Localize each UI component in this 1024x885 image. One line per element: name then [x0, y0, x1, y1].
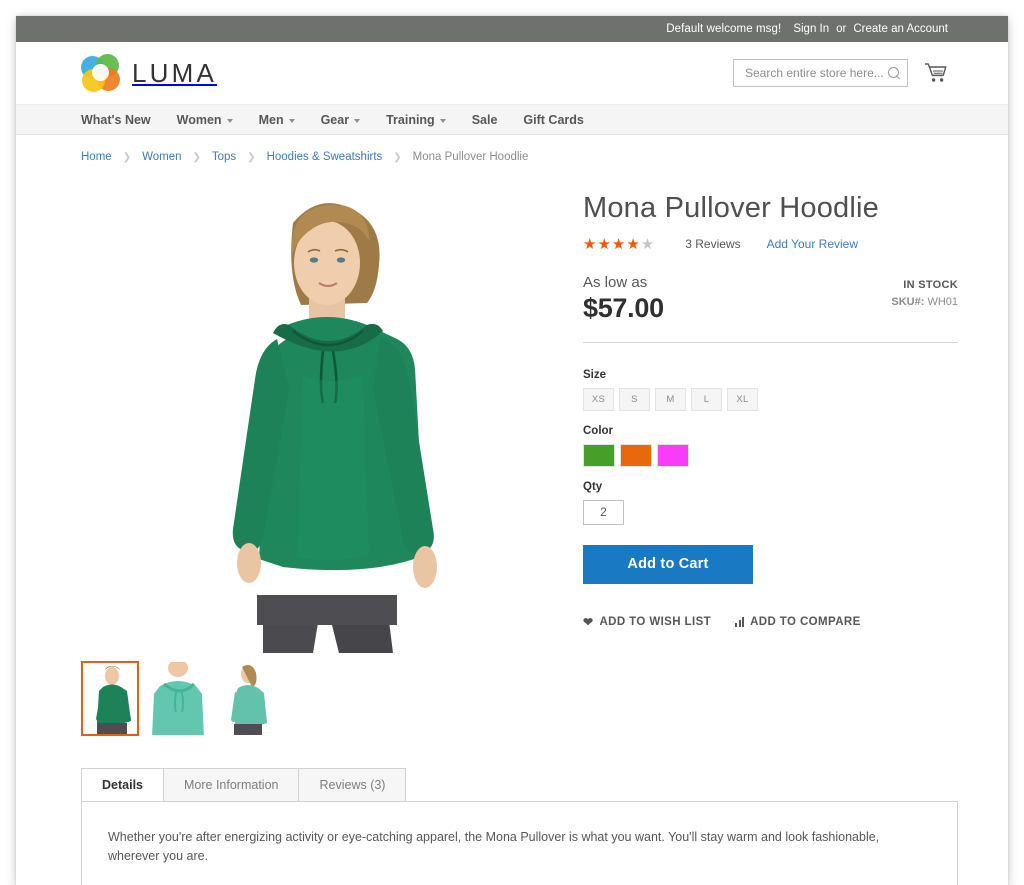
nav-label: Women — [176, 112, 222, 127]
sku-value: WH01 — [927, 295, 958, 308]
nav-label: Sale — [471, 112, 498, 127]
color-option-green[interactable] — [583, 443, 615, 467]
size-option-m[interactable]: M — [655, 387, 686, 411]
size-label: Size — [583, 368, 607, 381]
site-header: LUMA — [16, 42, 1008, 104]
rating-row: ★★★★★ 3 Reviews Add Your Review — [583, 237, 958, 252]
create-account-link[interactable]: Create an Account — [853, 23, 948, 35]
logo-text: LUMA — [132, 57, 218, 88]
add-to-compare-link[interactable]: ADD TO COMPARE — [735, 616, 861, 628]
breadcrumb-separator-icon: ❯ — [122, 151, 132, 163]
details-paragraph: Whether you're after energizing activity… — [108, 830, 880, 863]
nav-label: Men — [258, 112, 284, 127]
nav-item-training[interactable]: Training — [386, 113, 446, 127]
browser-page: Default welcome msg! Sign In or Create a… — [16, 16, 1008, 885]
add-to-cart-button[interactable]: Add to Cart — [583, 544, 753, 584]
thumbnail-1[interactable] — [81, 661, 139, 736]
chevron-down-icon — [439, 118, 446, 123]
bar-chart-icon — [735, 616, 745, 627]
tab-reviews[interactable]: Reviews (3) — [298, 768, 407, 801]
search-box[interactable] — [733, 59, 908, 87]
luma-logo[interactable]: LUMA — [81, 54, 217, 92]
color-option-orange[interactable] — [620, 443, 652, 467]
size-swatch-list: XS S M L XL — [583, 387, 958, 411]
product-tabs: Details More Information Reviews (3) Whe… — [81, 768, 958, 885]
status-badge: IN STOCK — [903, 278, 958, 291]
page-title: Mona Pullover Hoodlie — [583, 192, 879, 224]
breadcrumb-separator-icon: ❯ — [247, 151, 256, 163]
breadcrumb-item-tops[interactable]: Tops — [212, 151, 236, 163]
breadcrumb-separator-icon: ❯ — [192, 151, 201, 163]
breadcrumb-item-home[interactable]: Home — [81, 151, 112, 163]
price-row: As low as $57.00 IN STOCK SKU#: WH01 — [583, 274, 958, 324]
tab-more-information[interactable]: More Information — [163, 768, 300, 801]
chevron-down-icon — [288, 118, 295, 123]
or-separator: or — [836, 23, 847, 35]
breadcrumb-item-women[interactable]: Women — [142, 151, 181, 163]
search-icon[interactable] — [888, 66, 901, 80]
size-option-xs[interactable]: XS — [583, 387, 614, 411]
sku-row: SKU#: WH01 — [891, 296, 958, 308]
add-review-link[interactable]: Add Your Review — [767, 237, 858, 251]
product-main-image[interactable] — [81, 175, 551, 653]
sku-label: SKU#: — [891, 295, 925, 308]
chevron-down-icon — [226, 118, 233, 123]
color-swatch-list — [583, 443, 958, 467]
nav-item-gear[interactable]: Gear — [321, 113, 361, 127]
nav-item-sale[interactable]: Sale — [472, 113, 498, 127]
add-to-wish-list-link[interactable]: ❤ ADD TO WISH LIST — [583, 616, 711, 628]
quantity-input[interactable] — [583, 499, 624, 525]
size-option-l[interactable]: L — [691, 387, 722, 411]
thumbnail-2[interactable] — [149, 661, 207, 736]
nav-label: What's New — [81, 112, 151, 127]
nav-item-whats-new[interactable]: What's New — [81, 113, 151, 127]
nav-item-gift-cards[interactable]: Gift Cards — [523, 113, 583, 127]
product-price: $57.00 — [583, 292, 664, 323]
breadcrumb-item-hoodies-sweatshirts[interactable]: Hoodies & Sweatshirts — [267, 151, 383, 163]
wish-list-label: ADD TO WISH LIST — [599, 615, 712, 628]
size-option-s[interactable]: S — [619, 387, 650, 411]
top-panel: Default welcome msg! Sign In or Create a… — [16, 16, 1008, 42]
thumbnail-list — [81, 661, 551, 736]
star-rating: ★★★★★ — [583, 235, 656, 253]
divider — [583, 341, 958, 343]
qty-label: Qty — [583, 480, 603, 493]
stock-block: IN STOCK SKU#: WH01 — [891, 274, 958, 308]
product-main: Mona Pullover Hoodlie ★★★★★ 3 Reviews Ad… — [16, 175, 1008, 736]
luma-flower-logo-icon — [81, 54, 120, 92]
tab-list: Details More Information Reviews (3) — [81, 768, 958, 801]
secondary-actions: ❤ ADD TO WISH LIST ADD TO COMPARE — [583, 616, 958, 628]
header-actions — [733, 59, 948, 87]
product-gallery — [81, 175, 551, 736]
nav-label: Gear — [320, 112, 350, 127]
size-option-xl[interactable]: XL — [727, 387, 758, 411]
color-label: Color — [583, 424, 614, 437]
price-prefix: As low as — [583, 273, 648, 291]
shopping-cart-icon[interactable] — [924, 62, 948, 84]
search-input[interactable] — [743, 65, 888, 81]
price-block: As low as $57.00 — [583, 274, 891, 324]
nav-item-women[interactable]: Women — [177, 113, 233, 127]
sign-in-link[interactable]: Sign In — [793, 23, 829, 35]
main-navigation: What's New Women Men Gear Training Sale … — [16, 104, 1008, 135]
tab-panel-details: Whether you're after energizing activity… — [81, 801, 958, 885]
compare-label: ADD TO COMPARE — [750, 615, 861, 628]
chevron-down-icon — [354, 118, 361, 123]
color-option-magenta[interactable] — [657, 443, 689, 467]
tab-details[interactable]: Details — [81, 768, 164, 801]
thumbnail-3[interactable] — [217, 661, 275, 736]
product-info: Mona Pullover Hoodlie ★★★★★ 3 Reviews Ad… — [551, 175, 958, 736]
breadcrumb-item-current: Mona Pullover Hoodlie — [412, 151, 529, 163]
nav-label: Gift Cards — [523, 112, 584, 127]
welcome-message: Default welcome msg! — [666, 23, 782, 35]
breadcrumb-separator-icon: ❯ — [393, 151, 402, 163]
nav-item-men[interactable]: Men — [259, 113, 295, 127]
heart-icon: ❤ — [583, 614, 594, 629]
reviews-count[interactable]: 3 Reviews — [685, 237, 740, 251]
nav-label: Training — [386, 112, 435, 127]
breadcrumb: Home ❯ Women ❯ Tops ❯ Hoodies & Sweatshi… — [16, 135, 1008, 175]
